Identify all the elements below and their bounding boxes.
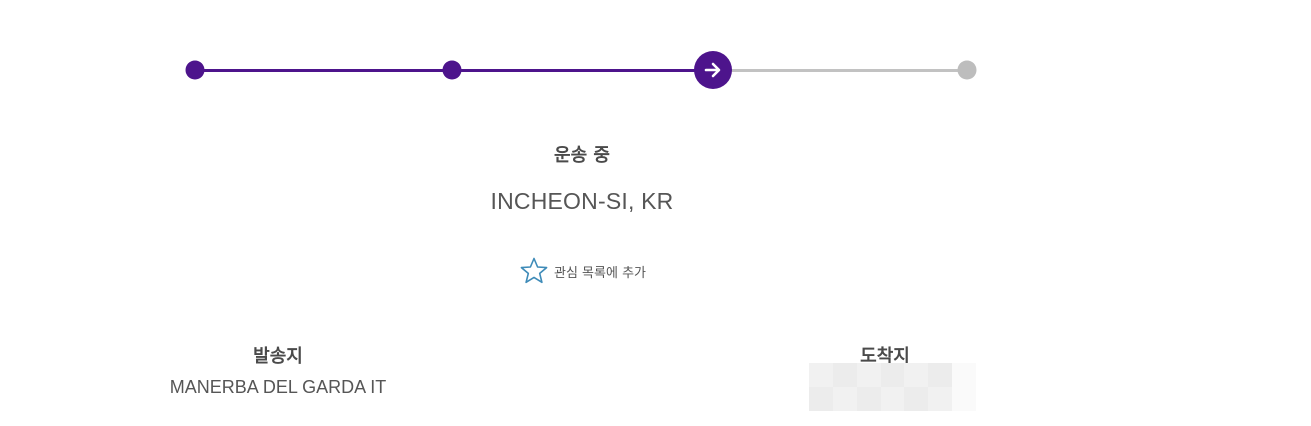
add-to-watchlist-button[interactable]: 관심 목록에 추가 [519,256,646,286]
progress-step-current [694,51,732,89]
destination-value-redacted [809,363,976,411]
origin-value: MANERBA DEL GARDA IT [169,377,387,397]
progress-step-4 [957,60,977,80]
origin-heading: 발송지 [253,346,303,367]
star-outline-icon [520,257,548,284]
add-to-watchlist-label: 관심 목록에 추가 [554,265,646,281]
progress-step-1 [185,60,205,80]
progress-step-2 [442,60,462,80]
progress-track-remaining [714,69,967,72]
arrow-right-icon [704,62,721,78]
status-label: 운송 중 [554,145,610,166]
current-location: INCHEON-SI, KR [490,188,674,214]
shipment-status-page: 운송 중 INCHEON-SI, KR 관심 목록에 추가 발송지 MANERB… [0,0,1311,426]
